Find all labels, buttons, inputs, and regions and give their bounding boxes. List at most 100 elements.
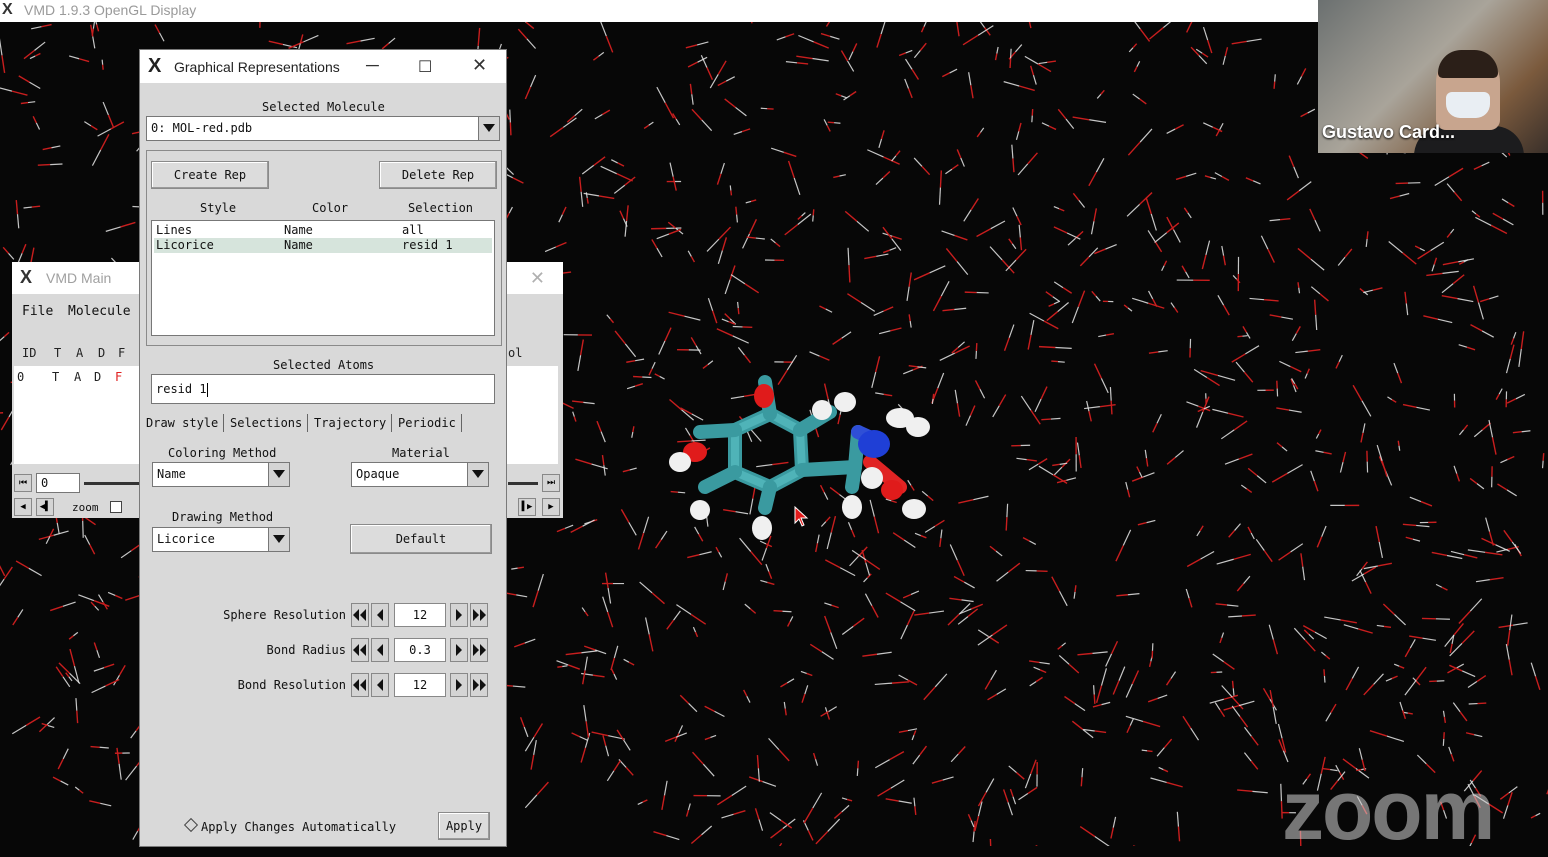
- close-icon[interactable]: ✕: [472, 55, 487, 76]
- mouse-cursor-icon: [794, 506, 810, 528]
- participant-name: Gustavo Card...: [1322, 122, 1455, 143]
- x-logo-icon: X: [148, 55, 161, 78]
- rep-row-selected[interactable]: Licorice Name resid 1: [154, 238, 492, 253]
- fast-decrease-icon[interactable]: [351, 673, 369, 697]
- apply-button[interactable]: Apply: [438, 812, 490, 840]
- tab-periodic[interactable]: Periodic: [398, 414, 462, 432]
- col-d: D: [98, 346, 105, 360]
- decrease-icon[interactable]: [371, 638, 389, 662]
- rep-style: Lines: [156, 223, 192, 237]
- zoom-checkbox[interactable]: [110, 501, 122, 513]
- bond-resolution-label: Bond Resolution: [238, 678, 346, 692]
- rep-selection: all: [402, 223, 424, 237]
- participant-video-tile[interactable]: Gustavo Card...: [1318, 0, 1548, 153]
- fast-increase-icon[interactable]: [470, 638, 488, 662]
- fast-increase-icon[interactable]: [470, 673, 488, 697]
- color-header: Color: [312, 201, 348, 215]
- drawing-method-label: Drawing Method: [172, 510, 273, 524]
- material-label: Material: [392, 446, 450, 460]
- frame-slider-end[interactable]: [508, 482, 538, 485]
- col-f: F: [118, 346, 125, 360]
- reps-table[interactable]: Lines Name all Licorice Name resid 1: [151, 220, 495, 336]
- bond-radius-field[interactable]: 0.3: [394, 638, 446, 662]
- material-dropdown[interactable]: Opaque: [351, 462, 489, 487]
- fast-decrease-icon[interactable]: [351, 603, 369, 627]
- mol-drawn[interactable]: D: [94, 370, 101, 384]
- menu-molecule[interactable]: Molecule: [68, 304, 131, 319]
- graphical-representations-window: X Graphical Representations ─ ☐ ✕ Select…: [140, 50, 506, 846]
- participant-mask: [1446, 92, 1490, 118]
- last-frame-button[interactable]: ⏭: [542, 474, 560, 492]
- col-a: A: [76, 346, 83, 360]
- bond-resolution-field[interactable]: 12: [394, 673, 446, 697]
- vmd-main-title: VMD Main: [46, 270, 111, 286]
- play-forward-button[interactable]: ▌▶: [518, 498, 536, 516]
- minimize-icon[interactable]: ─: [366, 55, 379, 76]
- mol-fixed[interactable]: F: [115, 370, 122, 384]
- step-back-button[interactable]: ◀: [14, 498, 32, 516]
- menu-file[interactable]: File: [22, 304, 53, 319]
- col-t: T: [54, 346, 61, 360]
- tab-selections[interactable]: Selections: [230, 414, 308, 432]
- coloring-method-value: Name: [157, 467, 186, 481]
- selected-molecule-dropdown[interactable]: 0: MOL-red.pdb: [146, 116, 500, 141]
- drawing-method-dropdown[interactable]: Licorice: [152, 527, 290, 552]
- default-button[interactable]: Default: [350, 524, 492, 554]
- col-id: ID: [22, 346, 36, 360]
- coloring-method-dropdown[interactable]: Name: [152, 462, 290, 487]
- selected-molecule-label: Selected Molecule: [262, 100, 385, 114]
- selected-atoms-label: Selected Atoms: [273, 358, 374, 372]
- chevron-down-icon[interactable]: [268, 528, 289, 551]
- fast-increase-icon[interactable]: [470, 603, 488, 627]
- selected-atoms-input[interactable]: resid 1: [151, 374, 495, 404]
- rep-selection: resid 1: [402, 238, 453, 252]
- mol-id[interactable]: 0: [17, 370, 24, 384]
- chevron-down-icon[interactable]: [478, 117, 499, 140]
- tab-trajectory[interactable]: Trajectory: [314, 414, 392, 432]
- x-logo-icon: X: [20, 267, 32, 288]
- close-icon[interactable]: ✕: [530, 268, 545, 289]
- tab-draw-style[interactable]: Draw style: [146, 414, 224, 432]
- gl-window-title: VMD 1.9.3 OpenGL Display: [24, 2, 196, 18]
- frame-slider[interactable]: [84, 482, 142, 485]
- apply-auto-label: Apply Changes Automatically: [201, 820, 396, 834]
- delete-rep-button[interactable]: Delete Rep: [379, 161, 497, 189]
- fast-decrease-icon[interactable]: [351, 638, 369, 662]
- coloring-method-label: Coloring Method: [168, 446, 276, 460]
- mol-active[interactable]: A: [74, 370, 81, 384]
- rep-style: Licorice: [156, 238, 214, 252]
- x-logo-icon: X: [2, 1, 13, 19]
- rep-row[interactable]: Lines Name all: [154, 223, 492, 238]
- selection-header: Selection: [408, 201, 473, 215]
- chevron-down-icon[interactable]: [268, 463, 289, 486]
- create-rep-button[interactable]: Create Rep: [151, 161, 269, 189]
- selected-atoms-value: resid 1: [156, 382, 207, 396]
- maximize-icon[interactable]: ☐: [418, 57, 432, 77]
- apply-auto-radio[interactable]: [184, 818, 198, 832]
- sphere-resolution-label: Sphere Resolution: [223, 608, 346, 622]
- gl-window-titlebar: X VMD 1.9.3 OpenGL Display: [0, 0, 1318, 22]
- molecule-list-right[interactable]: [506, 366, 558, 464]
- chevron-down-icon[interactable]: [467, 463, 488, 486]
- col-ol: ol: [508, 346, 522, 360]
- sphere-resolution-field[interactable]: 12: [394, 603, 446, 627]
- mol-top[interactable]: T: [52, 370, 59, 384]
- first-frame-button[interactable]: ⏮: [14, 474, 32, 492]
- increase-icon[interactable]: [450, 673, 468, 697]
- frame-field[interactable]: 0: [36, 473, 80, 493]
- rep-color: Name: [284, 238, 313, 252]
- zoom-label: zoom: [72, 501, 99, 514]
- decrease-icon[interactable]: [371, 673, 389, 697]
- style-header: Style: [200, 201, 236, 215]
- gr-title: Graphical Representations: [174, 59, 340, 75]
- increase-icon[interactable]: [450, 638, 468, 662]
- bond-radius-label: Bond Radius: [267, 643, 346, 657]
- text-caret: [207, 383, 208, 397]
- play-back-button[interactable]: ◀▌: [36, 498, 54, 516]
- step-forward-button[interactable]: ▶: [542, 498, 560, 516]
- selected-molecule-value: 0: MOL-red.pdb: [151, 121, 252, 135]
- increase-icon[interactable]: [450, 603, 468, 627]
- participant-hair: [1438, 50, 1498, 78]
- decrease-icon[interactable]: [371, 603, 389, 627]
- gr-titlebar: X Graphical Representations ─ ☐ ✕: [140, 50, 506, 83]
